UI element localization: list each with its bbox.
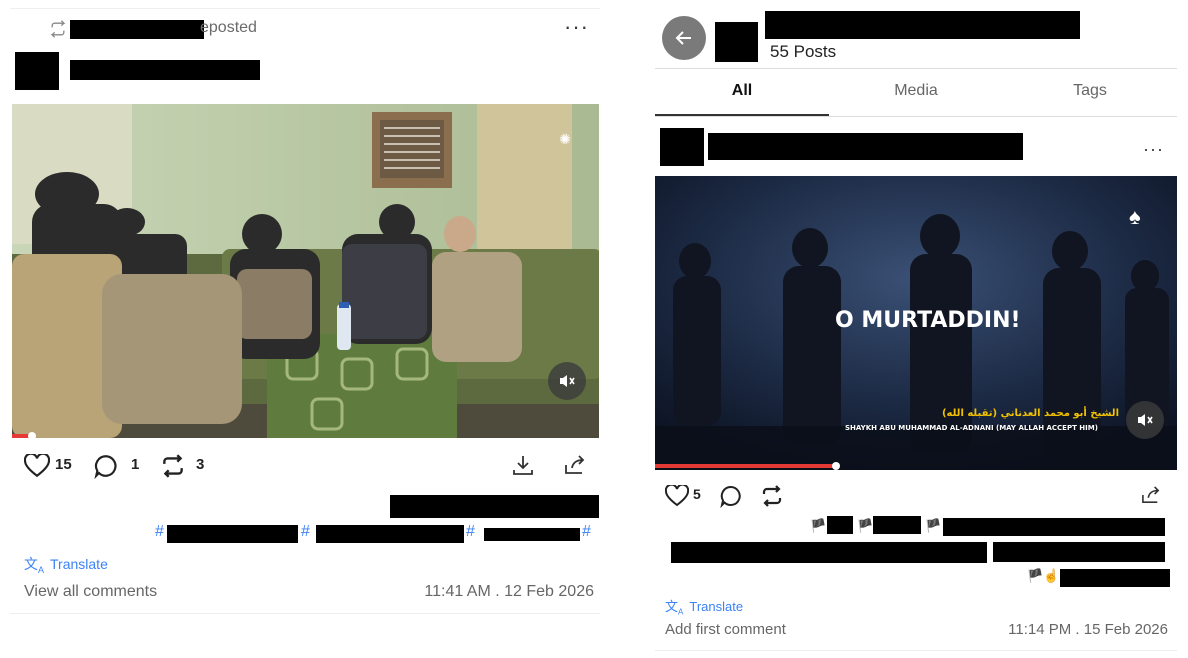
share-icon[interactable]	[564, 455, 586, 475]
download-icon[interactable]	[512, 454, 534, 476]
post-timestamp: 11:41 AM . 12 Feb 2026	[424, 583, 594, 600]
redacted-hashtag	[484, 528, 580, 541]
tabs-divider	[655, 116, 1177, 117]
redacted-hashtag	[167, 525, 298, 543]
redacted-caption-segment	[943, 518, 1165, 536]
redacted-profile-name	[765, 11, 1080, 39]
add-comment-link[interactable]: Add first comment	[665, 621, 786, 638]
translate-icon: 文A	[24, 556, 45, 575]
redacted-display-name	[70, 60, 260, 80]
video-title-text: O MURTADDIN!	[835, 308, 1021, 333]
hashtag-symbol[interactable]: #	[155, 523, 164, 541]
pointing-finger-emoji: ☝	[1043, 568, 1060, 583]
repost-count: 3	[196, 456, 205, 473]
hashtag-symbol[interactable]: #	[301, 523, 310, 541]
video-progress-bar[interactable]	[655, 464, 835, 468]
flag-emoji: 🏴	[925, 518, 942, 533]
video-frame-illustration: ✺	[12, 104, 599, 438]
redacted-post-author	[708, 133, 1023, 160]
tab-media[interactable]: Media	[829, 82, 1003, 100]
redacted-caption-segment	[873, 516, 921, 534]
like-count: 5	[693, 486, 701, 502]
like-heart-icon[interactable]	[665, 485, 689, 507]
share-icon[interactable]	[1141, 486, 1161, 504]
redacted-caption-segment	[1060, 569, 1170, 587]
mute-button[interactable]	[1126, 401, 1164, 439]
video-caption-english: SHAYKH ABU MUHAMMAD AL-ADNANI (MAY ALLAH…	[845, 424, 1098, 432]
post-video[interactable]: O MURTADDIN! الشيخ أبو محمد العدناني (تق…	[655, 176, 1177, 470]
repost-action-icon[interactable]	[760, 485, 784, 507]
like-heart-icon[interactable]	[24, 454, 50, 478]
redacted-caption-line	[390, 495, 599, 518]
repost-icon	[50, 20, 66, 38]
translate-label: Translate	[50, 556, 108, 573]
comment-bubble-icon[interactable]	[719, 484, 743, 508]
redacted-caption-line	[993, 542, 1165, 562]
mute-button[interactable]	[548, 362, 586, 400]
comment-count: 1	[131, 456, 140, 473]
video-caption-arabic: الشيخ أبو محمد العدناني (تقبله الله)	[941, 408, 1119, 419]
redacted-profile-avatar	[715, 22, 758, 62]
redacted-hashtag	[316, 525, 464, 543]
arrow-left-icon	[675, 31, 691, 45]
repost-action-icon[interactable]	[160, 454, 186, 478]
watermark-logo: ♠	[1129, 204, 1141, 229]
flag-emoji: 🏴	[857, 518, 874, 533]
muted-speaker-icon	[1138, 414, 1153, 426]
post-timestamp: 11:14 PM . 15 Feb 2026	[1008, 621, 1168, 638]
profile-feed-panel: 55 Posts All Media Tags ··· O MURTADDIN!…	[655, 0, 1177, 658]
flag-emoji: 🏴	[810, 518, 827, 533]
more-options-icon[interactable]: ···	[564, 16, 589, 38]
top-divider	[10, 8, 600, 9]
repost-label: eposted	[200, 19, 257, 36]
header-divider	[655, 68, 1177, 69]
translate-link[interactable]: 文A Translate	[665, 596, 743, 617]
posts-count: 55 Posts	[770, 42, 837, 61]
back-button[interactable]	[662, 16, 706, 60]
bottom-divider	[10, 613, 600, 614]
translate-link[interactable]: 文A Translate	[24, 554, 108, 575]
post-video[interactable]: ✺	[12, 104, 599, 438]
hashtag-symbol[interactable]: #	[466, 523, 475, 541]
watermark-logo: ✺	[559, 132, 571, 148]
video-progress-handle[interactable]	[832, 462, 840, 470]
redacted-caption-segment	[827, 516, 853, 534]
redacted-username	[70, 20, 204, 39]
translate-icon: 文A	[665, 599, 684, 617]
left-post-card: eposted ··· ✺ 15 1 3 # # # # 文A Translat…	[0, 0, 610, 658]
redacted-avatar	[15, 52, 59, 90]
redacted-post-avatar	[660, 128, 704, 166]
bottom-divider	[655, 650, 1177, 651]
muted-speaker-icon	[560, 375, 575, 387]
view-comments-link[interactable]: View all comments	[24, 583, 157, 601]
tab-tags[interactable]: Tags	[1003, 82, 1177, 100]
like-count: 15	[55, 456, 72, 473]
more-options-icon[interactable]: ···	[1143, 140, 1164, 158]
hashtag-symbol[interactable]: #	[582, 523, 591, 541]
comment-bubble-icon[interactable]	[93, 453, 119, 479]
video-progress-handle[interactable]	[28, 432, 36, 438]
video-title-overlay: O MURTADDIN!	[835, 308, 1021, 333]
redacted-caption-line	[671, 542, 987, 563]
tab-all[interactable]: All	[655, 82, 829, 100]
translate-label: Translate	[689, 598, 744, 614]
flag-emoji: 🏴	[1027, 568, 1044, 583]
